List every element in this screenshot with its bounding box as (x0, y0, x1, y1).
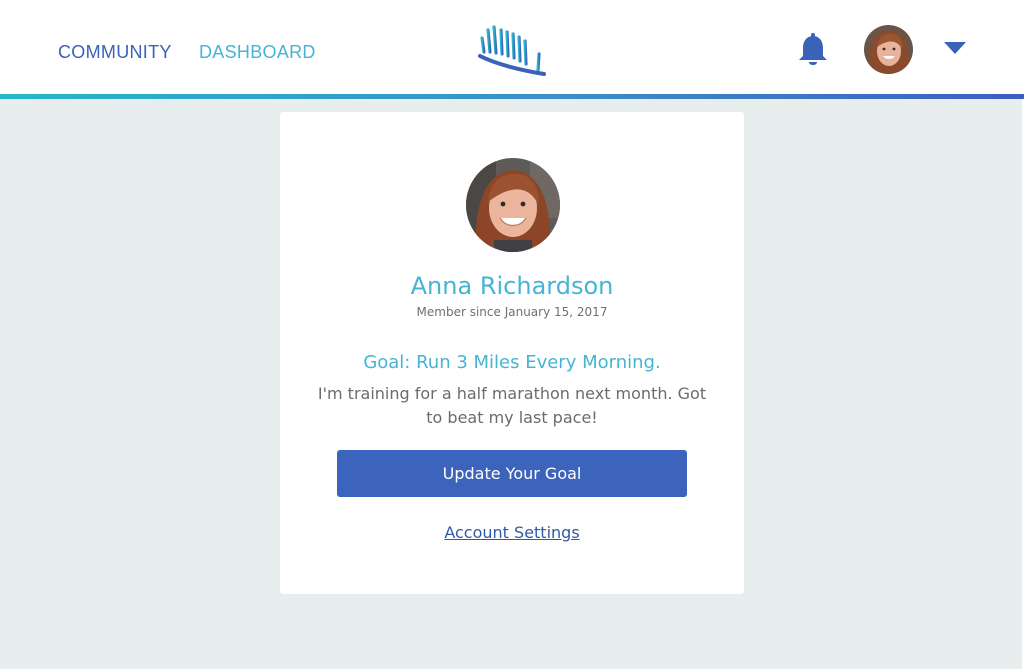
top-header: COMMUNITY DASHBOARD (0, 0, 1024, 99)
profile-photo (466, 158, 560, 252)
goal-description: I'm training for a half marathon next mo… (317, 384, 707, 427)
goal-title: Goal: Run 3 Miles Every Morning. (363, 352, 661, 373)
profile-avatar (466, 158, 560, 252)
member-since-text: Member since January 15, 2017 (416, 305, 608, 319)
profile-card: Anna Richardson Member since January 15,… (280, 112, 744, 594)
bell-icon[interactable] (797, 33, 829, 67)
update-goal-button[interactable]: Update Your Goal (337, 450, 687, 497)
caret-down-icon[interactable] (944, 42, 966, 54)
nav-community-link[interactable]: COMMUNITY (58, 42, 172, 63)
nav-dashboard-link[interactable]: DASHBOARD (199, 42, 316, 63)
profile-name: Anna Richardson (410, 272, 614, 300)
account-settings-link[interactable]: Account Settings (280, 523, 744, 542)
user-avatar-button[interactable] (864, 25, 913, 74)
shoe-footprint-logo-icon[interactable] (476, 24, 548, 78)
avatar-photo (864, 25, 913, 74)
header-gradient-bar (0, 94, 1024, 99)
